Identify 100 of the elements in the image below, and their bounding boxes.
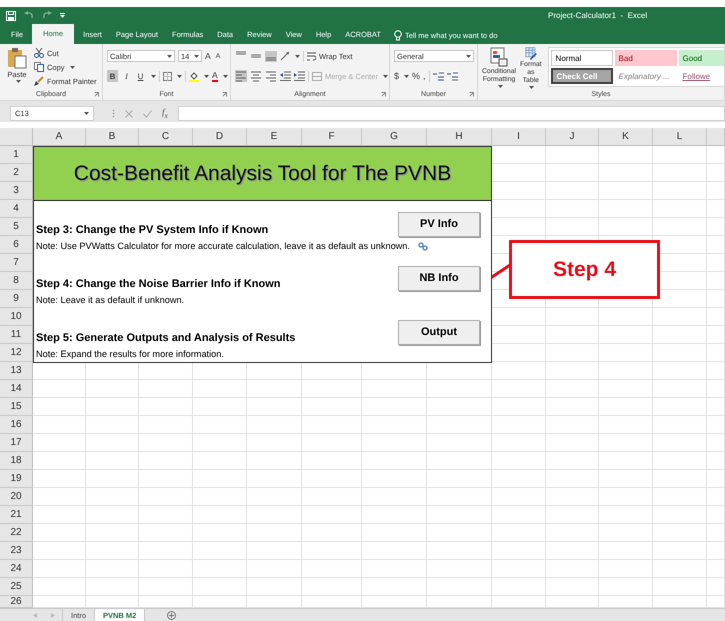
column-header[interactable]: E (247, 128, 302, 146)
row-header[interactable]: 10 (0, 308, 33, 326)
row-header[interactable]: 7 (0, 254, 33, 272)
increase-font-button[interactable]: A (205, 51, 213, 61)
row-header[interactable]: 11 (0, 326, 33, 344)
font-color-button[interactable]: A (212, 70, 218, 82)
column-header[interactable]: G (362, 128, 427, 146)
row-header[interactable]: 24 (0, 560, 33, 578)
percent-button[interactable]: % (412, 71, 420, 81)
step-button[interactable]: PV Info (398, 212, 480, 237)
column-header[interactable]: A (33, 128, 86, 146)
sheet-cell (427, 470, 492, 488)
column-header[interactable]: B (86, 128, 139, 146)
row-header[interactable]: 26 (0, 596, 33, 608)
caret-icon[interactable] (16, 80, 20, 83)
row-header[interactable]: 8 (0, 272, 33, 290)
caret-icon[interactable] (529, 86, 534, 89)
row-header[interactable]: 9 (0, 290, 33, 308)
caret-icon[interactable] (194, 54, 199, 58)
caret-icon[interactable] (404, 74, 410, 78)
caret-icon[interactable] (498, 85, 502, 88)
formula-input[interactable] (178, 106, 725, 121)
column-header[interactable]: K (599, 128, 653, 146)
cell-style[interactable]: Bad (614, 50, 677, 66)
row-header[interactable]: 6 (0, 236, 33, 254)
row-header[interactable]: 4 (0, 200, 33, 218)
row-header[interactable]: 22 (0, 524, 33, 542)
fill-color-icon[interactable] (189, 70, 199, 82)
column-header[interactable]: I (492, 128, 546, 146)
cell-style[interactable]: Good (678, 50, 724, 66)
caret-icon[interactable] (84, 112, 89, 115)
add-sheet-icon[interactable] (167, 610, 176, 620)
dialog-launcher-icon[interactable] (222, 92, 227, 97)
caret-icon[interactable] (295, 54, 300, 58)
row-header[interactable]: 12 (0, 344, 33, 362)
row-header[interactable]: 15 (0, 398, 33, 416)
step-heading: Step 3: Change the PV System Info if Known (35, 224, 270, 237)
row-header[interactable]: 18 (0, 452, 33, 470)
dialog-launcher-icon[interactable] (381, 92, 386, 97)
row-header[interactable]: 5 (0, 218, 33, 236)
link-icon[interactable] (418, 242, 428, 250)
column-header[interactable]: L (653, 128, 707, 146)
caret-icon[interactable] (167, 54, 172, 58)
row-header[interactable]: 13 (0, 362, 33, 380)
vertical-align-icon[interactable] (265, 50, 277, 62)
column-header[interactable]: D (193, 128, 247, 146)
row-header[interactable]: 21 (0, 506, 33, 524)
italic-button[interactable]: I (121, 70, 132, 82)
sheet-cell (707, 146, 725, 164)
row-header[interactable]: 2 (0, 164, 33, 182)
orientation-icon[interactable] (280, 51, 290, 61)
row-header[interactable]: 19 (0, 470, 33, 488)
sheet-cell (247, 398, 302, 416)
sheet-cell (546, 200, 599, 218)
row-header[interactable]: 1 (0, 146, 33, 164)
customize-icon[interactable] (60, 12, 65, 18)
sheet-cell (599, 362, 653, 380)
insert-function-button[interactable]: f$_{x}$ (162, 107, 168, 120)
row-header[interactable]: 20 (0, 488, 33, 506)
row-header[interactable]: 3 (0, 182, 33, 200)
currency-button[interactable]: $ (394, 71, 400, 81)
borders-icon[interactable] (163, 72, 172, 80)
bold-button[interactable]: B (107, 70, 118, 82)
column-header[interactable]: H (427, 128, 492, 146)
row-header[interactable]: 23 (0, 542, 33, 560)
row-header[interactable]: 16 (0, 416, 33, 434)
row-header[interactable]: 25 (0, 578, 33, 596)
caret-icon[interactable] (177, 74, 182, 78)
increase-decimal-icon[interactable] (432, 71, 444, 81)
cell-style[interactable]: Explanatory ... (614, 68, 677, 84)
decrease-decimal-icon[interactable] (446, 71, 458, 81)
horizontal-align-icon[interactable] (250, 70, 262, 82)
underline-button[interactable]: U (135, 70, 146, 82)
save-icon[interactable] (6, 10, 16, 20)
increase-indent-icon[interactable] (294, 71, 305, 81)
step-button[interactable]: NB Info (398, 266, 480, 291)
caret-icon[interactable] (204, 74, 209, 78)
column-header[interactable]: C (139, 128, 193, 146)
horizontal-align-icon[interactable] (265, 70, 277, 82)
caret-icon[interactable] (466, 54, 471, 58)
comma-button[interactable]: , (423, 71, 426, 81)
step-button[interactable]: Output (398, 320, 480, 345)
column-header[interactable]: F (302, 128, 362, 146)
caret-icon[interactable] (222, 74, 228, 78)
dialog-launcher-icon[interactable] (469, 92, 474, 97)
cell-style[interactable]: Followe (678, 68, 724, 84)
decrease-indent-icon[interactable] (280, 71, 291, 81)
row-header[interactable]: 17 (0, 434, 33, 452)
sheet-cell (247, 488, 302, 506)
cell-style[interactable]: Normal (550, 50, 613, 66)
sheet-cell (546, 452, 599, 470)
dialog-launcher-icon[interactable] (94, 92, 99, 97)
caret-icon[interactable] (382, 74, 388, 78)
sheet-cell (427, 542, 492, 560)
caret-icon[interactable] (151, 74, 156, 78)
column-header[interactable]: J (546, 128, 599, 146)
row-header[interactable]: 14 (0, 380, 33, 398)
caret-icon[interactable] (70, 66, 75, 68)
horizontal-align-icon[interactable] (235, 70, 247, 82)
sheet-cell (193, 560, 247, 578)
